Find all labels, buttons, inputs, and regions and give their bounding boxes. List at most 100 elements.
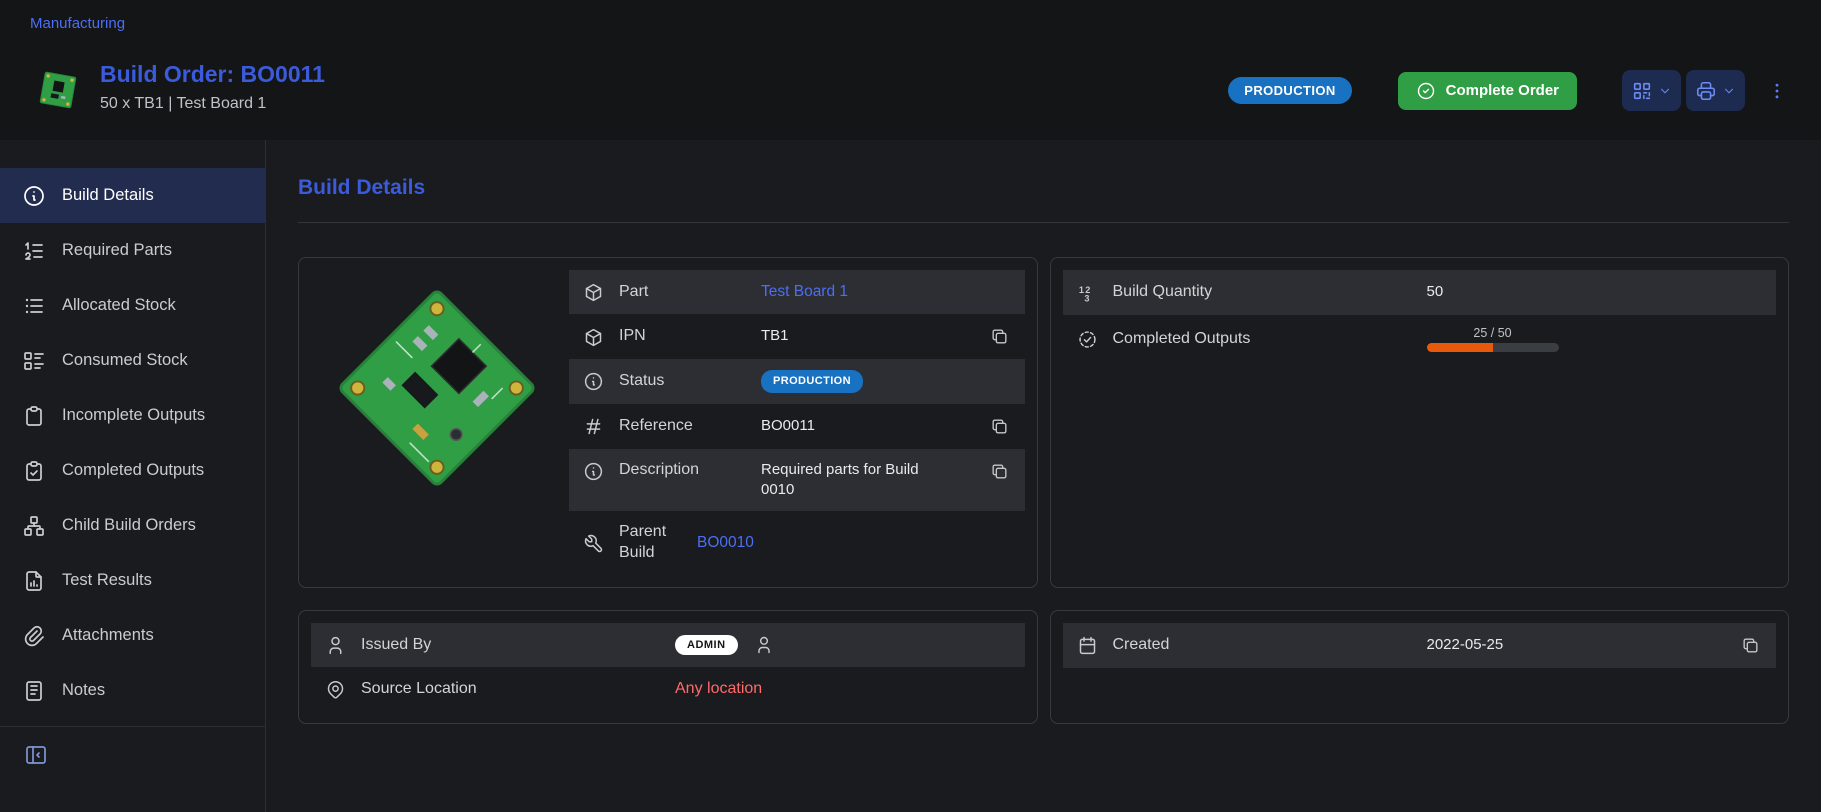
detail-label: Source Location (361, 679, 661, 700)
progress-bar (1427, 343, 1559, 352)
page-title: Build Order: BO0011 (100, 62, 325, 87)
copy-icon (990, 417, 1009, 436)
overflow-menu-button[interactable] (1763, 77, 1791, 105)
sidebar-item-label: Required Parts (62, 241, 172, 260)
copy-button[interactable] (988, 325, 1011, 348)
printer-icon (1695, 80, 1717, 102)
detail-label: Completed Outputs (1113, 329, 1413, 350)
sidebar-item-completed-outputs[interactable]: Completed Outputs (0, 443, 265, 498)
package-icon (583, 326, 605, 348)
issued-by-value: ADMIN (675, 635, 1011, 655)
barcode-actions-button[interactable] (1622, 70, 1681, 111)
source-location-value: Any location (675, 678, 1011, 700)
calendar-icon (1077, 634, 1099, 656)
sidebar-item-child-build-orders[interactable]: Child Build Orders (0, 498, 265, 553)
list-icon (22, 294, 46, 318)
header-titles: Build Order: BO0011 50 x TB1 | Test Boar… (100, 62, 325, 113)
paperclip-icon (22, 624, 46, 648)
circle-check-icon (1416, 81, 1436, 101)
qr-code-icon (1631, 80, 1653, 102)
page-section-heading: Build Details (298, 176, 1789, 200)
sidebar-item-consumed-stock[interactable]: Consumed Stock (0, 333, 265, 388)
sidebar-item-label: Child Build Orders (62, 516, 196, 535)
tools-icon (583, 532, 605, 554)
pcb-thumbnail (30, 64, 86, 116)
detail-row-parent-build: Parent Build BO0010 (569, 511, 1025, 575)
sidebar-item-label: Incomplete Outputs (62, 406, 205, 425)
breadcrumb: Manufacturing (0, 0, 1821, 46)
sidebar-item-build-details[interactable]: Build Details (0, 168, 265, 223)
created-value: 2022-05-25 (1427, 635, 1726, 655)
created-panel: Created 2022-05-25 (1050, 610, 1790, 724)
build-details-panel: Part Test Board 1 IPN TB1 (298, 257, 1038, 588)
completed-outputs-progress: 25 / 50 (1427, 326, 1559, 352)
detail-label: Build Quantity (1113, 282, 1413, 303)
map-pin-icon (325, 678, 347, 700)
sidebar-item-label: Completed Outputs (62, 461, 204, 480)
sidebar-item-label: Test Results (62, 571, 152, 590)
detail-value: TB1 (761, 326, 974, 346)
notes-icon (22, 679, 46, 703)
sidebar-item-label: Build Details (62, 186, 154, 205)
hash-icon (583, 415, 605, 437)
copy-icon (990, 327, 1009, 346)
detail-label: Parent Build (619, 522, 683, 564)
copy-button[interactable] (1739, 634, 1762, 657)
dots-vertical-icon (1767, 81, 1787, 101)
detail-label: Description (619, 460, 747, 481)
detail-label: Created (1113, 635, 1413, 656)
detail-value: BO0011 (761, 416, 974, 436)
detail-label: Reference (619, 416, 747, 437)
completed-progress-fill (1427, 343, 1493, 352)
sidebar-item-incomplete-outputs[interactable]: Incomplete Outputs (0, 388, 265, 443)
detail-row-part: Part Test Board 1 (569, 270, 1025, 314)
page-header: Build Order: BO0011 50 x TB1 | Test Boar… (0, 46, 1821, 140)
info-circle-icon (583, 460, 605, 482)
detail-row-created: Created 2022-05-25 (1063, 623, 1777, 668)
sidebar-item-label: Notes (62, 681, 105, 700)
svg-text:1: 1 (1078, 285, 1083, 295)
progress-text: 25 / 50 (1473, 326, 1511, 340)
sidebar-item-allocated-stock[interactable]: Allocated Stock (0, 278, 265, 333)
chevron-down-icon (1658, 84, 1672, 98)
detail-label: Issued By (361, 635, 661, 656)
detail-label: Status (619, 371, 747, 392)
detail-label: IPN (619, 326, 747, 347)
copy-icon (1741, 636, 1760, 655)
detail-row-issued-by: Issued By ADMIN (311, 623, 1025, 667)
sidebar-item-attachments[interactable]: Attachments (0, 608, 265, 663)
sidebar-item-required-parts[interactable]: Required Parts (0, 223, 265, 278)
detail-row-status: Status PRODUCTION (569, 359, 1025, 404)
sidebar-item-test-results[interactable]: Test Results (0, 553, 265, 608)
sidebar-collapse-button[interactable] (20, 739, 52, 771)
copy-button[interactable] (988, 415, 1011, 438)
complete-order-button[interactable]: Complete Order (1398, 72, 1577, 110)
info-circle-icon (22, 184, 46, 208)
print-actions-button[interactable] (1686, 70, 1745, 111)
copy-button[interactable] (988, 460, 1011, 483)
detail-row-build-quantity: 1 2 3 Build Quantity 50 (1063, 270, 1777, 315)
sidebar-divider (0, 726, 265, 727)
part-link[interactable]: Test Board 1 (761, 282, 1011, 303)
app-window: Manufacturing Build Order: BO0011 50 x T… (0, 0, 1821, 812)
sidebar-item-notes[interactable]: Notes (0, 663, 265, 718)
admin-badge: ADMIN (675, 635, 738, 655)
detail-row-completed-outputs: Completed Outputs 25 / 50 (1063, 315, 1777, 363)
clipboard-icon (22, 404, 46, 428)
detail-row-reference: Reference BO0011 (569, 404, 1025, 449)
user-icon (754, 635, 774, 655)
detail-value: PRODUCTION (761, 370, 1011, 393)
parent-build-link[interactable]: BO0010 (697, 533, 1011, 554)
sitemap-icon (22, 514, 46, 538)
page-subtitle: 50 x TB1 | Test Board 1 (100, 95, 325, 113)
numbers-123-icon: 1 2 3 (1077, 281, 1099, 304)
heading-divider (298, 222, 1789, 223)
pcb-image (311, 270, 563, 575)
breadcrumb-link-manufacturing[interactable]: Manufacturing (30, 15, 125, 32)
main-content: Build Details (266, 140, 1821, 812)
status-badge: PRODUCTION (1228, 77, 1351, 104)
info-circle-icon (583, 370, 605, 392)
status-badge: PRODUCTION (761, 370, 863, 393)
list-numbers-icon (22, 239, 46, 263)
build-quantity-panel: 1 2 3 Build Quantity 50 Completed Output… (1050, 257, 1790, 588)
